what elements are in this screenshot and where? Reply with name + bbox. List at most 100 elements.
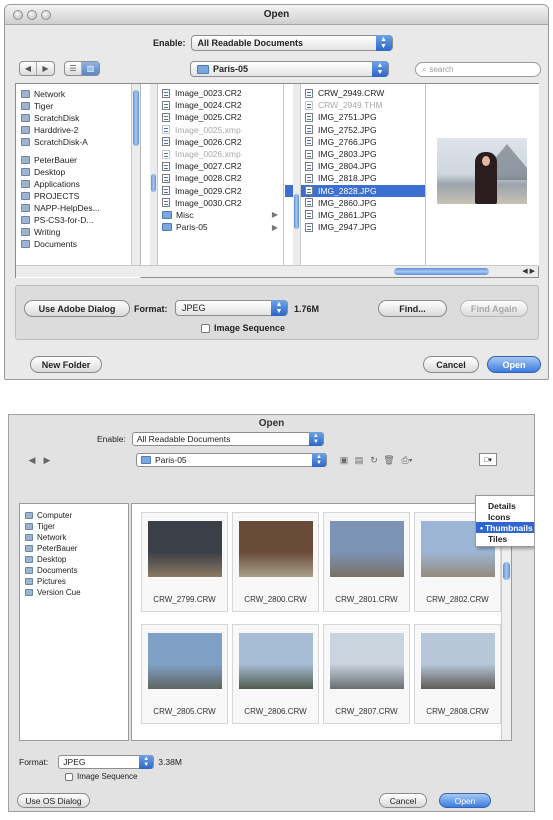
file-item[interactable]: Paris-05 ▶ [142, 221, 283, 233]
folder-icon [25, 578, 33, 585]
thumbnail-image [148, 521, 222, 577]
file-item[interactable]: IMG_2818.JPG [285, 172, 425, 184]
sidebar-scrollbar[interactable] [131, 84, 140, 266]
cancel-button[interactable]: Cancel [379, 793, 427, 808]
scroll-thumb[interactable] [503, 562, 510, 580]
thumbnail-item[interactable]: CRW_2806.CRW [232, 624, 319, 724]
scroll-thumb[interactable] [394, 268, 489, 275]
sidebar-item[interactable]: ScratchDisk [16, 112, 140, 124]
view-menu-item[interactable]: Details [476, 500, 534, 511]
sidebar-item[interactable]: Writing [16, 226, 140, 238]
sidebar-item[interactable]: Network [16, 88, 140, 100]
go-up-icon[interactable]: ▣ [339, 455, 349, 465]
delete-icon[interactable]: 🗑 [383, 455, 394, 465]
sidebar-item[interactable]: ScratchDisk-A [16, 136, 140, 148]
thumbnail-caption: CRW_2808.CRW [426, 707, 489, 716]
column1-scrollbar[interactable] [150, 84, 158, 266]
scroll-thumb[interactable] [133, 90, 139, 146]
file-item[interactable]: Image_0030.CR2 [142, 197, 283, 209]
file-item[interactable]: IMG_2803.JPG [285, 148, 425, 160]
sidebar-item[interactable]: Version Cue [20, 587, 128, 598]
back-arrow-icon[interactable]: ◀ [27, 455, 37, 465]
sidebar-item[interactable]: Pictures [20, 576, 128, 587]
sidebar-item[interactable]: Network [20, 532, 128, 543]
file-item[interactable]: Image_0029.CR2 [142, 185, 283, 197]
file-item[interactable]: Image_0028.CR2 [142, 172, 283, 184]
use-os-dialog-button[interactable]: Use OS Dialog [17, 793, 90, 808]
sidebar-item[interactable]: Documents [16, 238, 140, 250]
thumbnail-item[interactable]: CRW_2800.CRW [232, 512, 319, 612]
scroll-thumb[interactable] [151, 174, 156, 192]
enable-popup[interactable]: All Readable Documents ▲ ▼ [131, 432, 324, 446]
thumbnail-item[interactable]: CRW_2801.CRW [323, 512, 410, 612]
find-again-button[interactable]: Find Again [460, 300, 528, 317]
list-view-button[interactable]: ☰ [65, 62, 82, 75]
sidebar-item[interactable]: Computer [20, 510, 128, 521]
file-item[interactable]: CRW_2949.THM [285, 99, 425, 111]
sidebar-item[interactable]: Documents [20, 565, 128, 576]
refresh-icon[interactable]: ↻ [369, 455, 379, 465]
file-item[interactable]: Image_0025.xmp [142, 124, 283, 136]
forward-arrow-icon[interactable]: ▶ [42, 455, 52, 465]
thumbnail-item[interactable]: CRW_2799.CRW [141, 512, 228, 612]
find-button[interactable]: Find... [378, 300, 447, 317]
image-sequence-checkbox[interactable] [201, 323, 210, 333]
popup-arrows-icon: ▲ ▼ [271, 300, 287, 316]
file-item[interactable]: Image_0027.CR2 [142, 160, 283, 172]
back-button[interactable]: ◀ [20, 62, 37, 75]
sidebar-item[interactable]: PROJECTS [16, 190, 140, 202]
image-sequence-checkbox[interactable] [65, 772, 73, 781]
enable-popup[interactable]: All Readable Documents ▲ ▼ [190, 35, 393, 51]
sidebar-item[interactable]: PeterBauer [16, 154, 140, 166]
file-item[interactable]: Image_0025.CR2 [142, 111, 283, 123]
column-view-button[interactable]: ▥ [82, 62, 99, 75]
thumbnail-item[interactable]: CRW_2807.CRW [323, 624, 410, 724]
file-item[interactable]: Image_0023.CR2 [142, 87, 283, 99]
forward-button[interactable]: ▶ [37, 62, 54, 75]
format-popup[interactable]: JPEG ▲ ▼ [58, 755, 155, 769]
view-menu-button[interactable]: □▾ [479, 453, 497, 466]
sidebar-item[interactable]: Tiger [20, 521, 128, 532]
file-item[interactable]: IMG_2860.JPG [285, 197, 425, 209]
sidebar-item[interactable]: Desktop [16, 166, 140, 178]
file-item[interactable]: IMG_2804.JPG [285, 160, 425, 172]
file-item[interactable]: Image_0026.xmp [142, 148, 283, 160]
file-item[interactable]: IMG_2752.JPG [285, 124, 425, 136]
sidebar-item[interactable]: Desktop [20, 554, 128, 565]
view-menu-item[interactable]: • Thumbnails [476, 522, 534, 533]
version-cue-menu-icon[interactable]: ⎙▾ [399, 455, 415, 465]
format-popup[interactable]: JPEG ▲ ▼ [175, 300, 288, 316]
file-item[interactable]: IMG_2861.JPG [285, 209, 425, 221]
thumbnail-item[interactable]: CRW_2805.CRW [141, 624, 228, 724]
scroll-thumb[interactable] [294, 194, 299, 229]
search-field[interactable]: ⌕ search [415, 62, 541, 77]
sidebar-item[interactable]: NAPP-HelpDes... [16, 202, 140, 214]
sidebar-item[interactable]: Tiger [16, 100, 140, 112]
sidebar-item[interactable]: PS-CS3-for-D... [16, 214, 140, 226]
column2-scrollbar[interactable] [293, 84, 301, 266]
cancel-button[interactable]: Cancel [423, 356, 479, 373]
file-item[interactable]: IMG_2751.JPG [285, 111, 425, 123]
open-button[interactable]: Open [439, 793, 491, 808]
file-item[interactable]: Image_0024.CR2 [142, 99, 283, 111]
file-item[interactable]: IMG_2766.JPG [285, 136, 425, 148]
new-folder-button[interactable]: New Folder [30, 356, 102, 373]
sidebar-item[interactable]: PeterBauer [20, 543, 128, 554]
sidebar-item[interactable]: Applications [16, 178, 140, 190]
location-popup[interactable]: Paris-05 ▲ ▼ [190, 61, 389, 77]
file-item[interactable]: CRW_2949.CRW [285, 87, 425, 99]
view-menu-item[interactable]: Tiles [476, 533, 534, 544]
new-folder-icon[interactable]: ▤ [354, 455, 364, 465]
sidebar-item[interactable]: Harddrive-2 [16, 124, 140, 136]
file-item[interactable]: Misc ▶ [142, 209, 283, 221]
file-item[interactable]: IMG_2947.JPG [285, 221, 425, 233]
open-button[interactable]: Open [487, 356, 541, 373]
thumbnail-item[interactable]: CRW_2808.CRW [414, 624, 501, 724]
use-adobe-dialog-button[interactable]: Use Adobe Dialog [24, 300, 130, 317]
view-menu-item[interactable]: Icons [476, 511, 534, 522]
horizontal-scrollbar[interactable]: ◀ ▶ [16, 265, 538, 277]
file-item[interactable]: IMG_2828.JPG [285, 184, 425, 197]
file-item[interactable]: Image_0026.CR2 [142, 136, 283, 148]
scroll-arrows-icon[interactable]: ◀ ▶ [522, 267, 535, 275]
location-popup[interactable]: Paris-05 ▲ ▼ [136, 453, 327, 467]
